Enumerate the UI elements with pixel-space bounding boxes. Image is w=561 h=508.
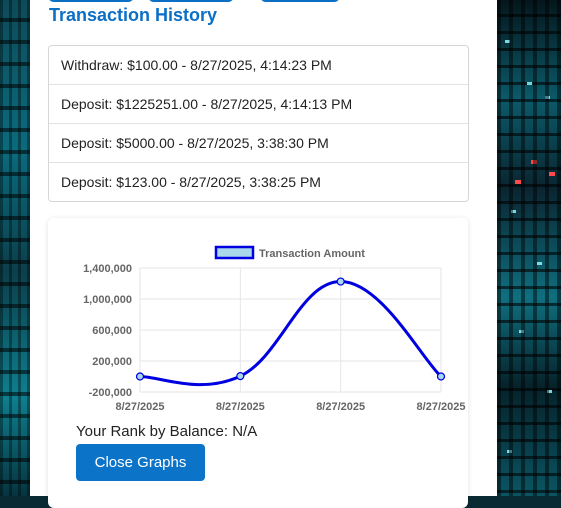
transaction-chart: 1,400,000 1,000,000 600,000 200,000 -200,000… — [83, 245, 466, 413]
page-title: Transaction History — [49, 5, 218, 25]
list-item: Withdraw: $100.00 - 8/27/2025, 4:14:23 P… — [61, 57, 332, 73]
data-point — [236, 372, 245, 381]
data-point — [436, 372, 446, 381]
data-point — [336, 277, 345, 286]
top-button-1[interactable] — [48, 0, 134, 2]
close-graphs-button[interactable]: Close Graphs — [76, 444, 205, 481]
list-item: Deposit: $5000.00 - 8/27/2025, 3:38:30 P… — [49, 123, 468, 162]
y-tick-label: 600,000 — [92, 325, 132, 337]
list-item: Deposit: $123.00 - 8/27/2025, 3:38:25 PM — [49, 162, 468, 201]
background-right — [497, 0, 561, 496]
data-point — [135, 372, 145, 381]
top-button-3[interactable] — [260, 0, 340, 2]
x-tick-label: 8/27/2025 — [417, 401, 466, 413]
x-tick-label: 8/27/2025 — [316, 401, 365, 413]
y-tick-label: 1,400,000 — [83, 263, 132, 275]
series-line — [139, 280, 443, 387]
y-tick-label: -200,000 — [89, 387, 132, 399]
x-tick-label: 8/27/2025 — [116, 401, 165, 413]
x-tick-label: 8/27/2025 — [216, 401, 265, 413]
list-item: Deposit: $1225251.00 - 8/27/2025, 4:14:1… — [49, 84, 468, 123]
top-button-2[interactable] — [148, 0, 234, 2]
transaction-list: Withdraw: $100.00 - 8/27/2025, 4:14:23 P… — [48, 45, 469, 202]
rank-text: Your Rank by Balance: N/A — [76, 423, 258, 440]
main-panel: Transaction History Withdraw: $100.00 - … — [30, 0, 497, 508]
legend-swatch — [214, 245, 255, 260]
y-tick-label: 1,000,000 — [83, 294, 132, 306]
background-left — [0, 0, 30, 496]
y-tick-label: 200,000 — [92, 356, 132, 368]
chart-card: 1,400,000 1,000,000 600,000 200,000 -200,000… — [48, 218, 468, 508]
legend-label: Transaction Amount — [259, 248, 365, 260]
